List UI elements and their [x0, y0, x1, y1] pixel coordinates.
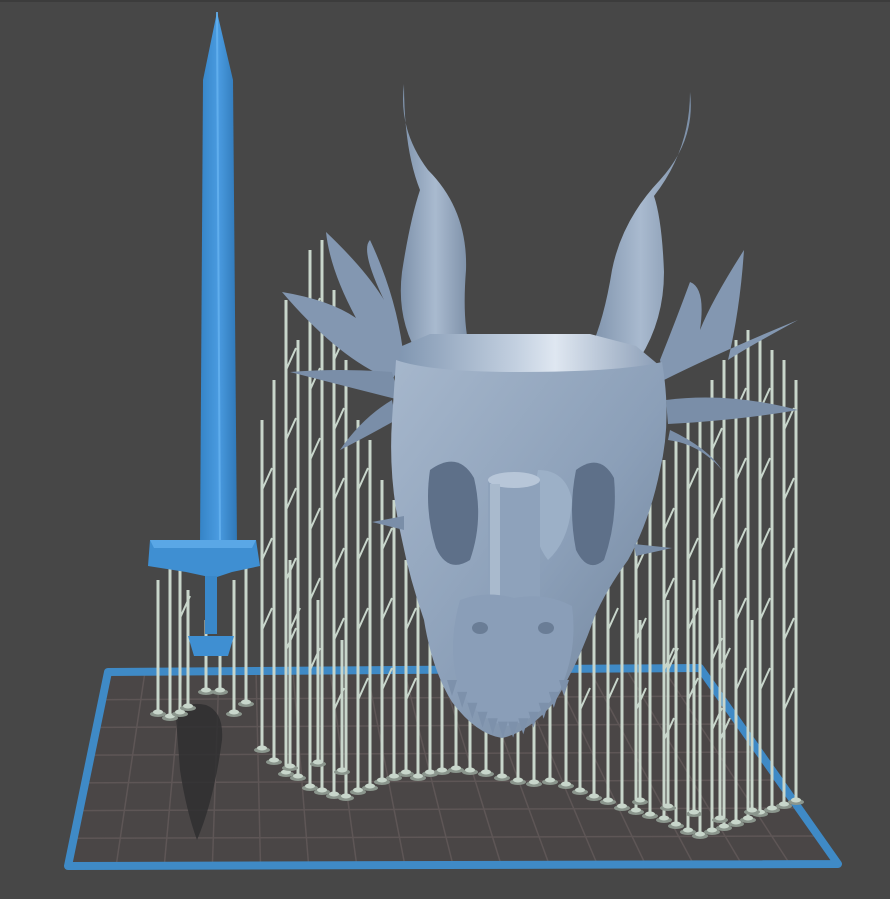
support-pillar[interactable] [788, 380, 804, 805]
right-ear-frill [660, 250, 798, 380]
scene-canvas[interactable] [0, 0, 890, 899]
sword-model[interactable] [148, 11, 260, 656]
3d-viewport[interactable] [0, 0, 890, 899]
support-pillar[interactable] [764, 350, 780, 813]
sword-grip [205, 576, 217, 634]
support-pillar[interactable] [776, 360, 795, 809]
sword-pommel [188, 636, 234, 656]
left-ear-frill [282, 232, 404, 380]
right-horn [590, 92, 691, 358]
left-horn [400, 84, 470, 358]
